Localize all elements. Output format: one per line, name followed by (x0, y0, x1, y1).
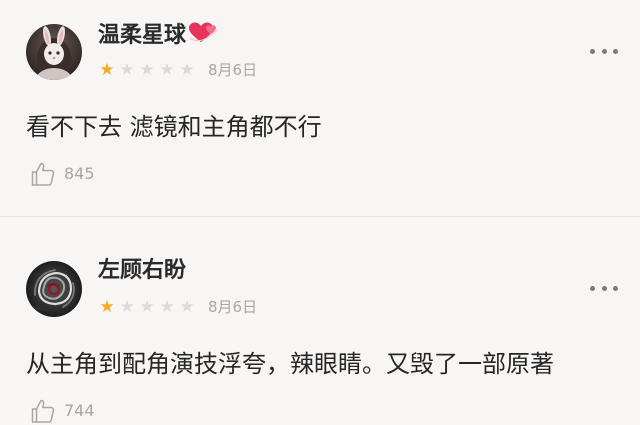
review-content: 从主角到配角演技浮夸，辣眼睛。又毁了一部原著 (26, 350, 554, 378)
username-text: 左顾右盼 (98, 258, 187, 283)
thumbs-up-icon (31, 162, 55, 186)
rating-row: ★ ★ ★ ★ ★ 8月6日 (98, 60, 257, 80)
star-empty-icon: ★ (119, 60, 135, 80)
star-filled-icon: ★ (99, 60, 115, 80)
revolving-hearts-icon (187, 20, 219, 54)
more-dots-icon[interactable] (590, 44, 618, 58)
star-empty-icon: ★ (119, 297, 135, 317)
username[interactable]: 温柔星球 (98, 20, 219, 54)
username[interactable]: 左顾右盼 (98, 257, 186, 285)
dark-rose-avatar-icon (26, 261, 82, 317)
review-card: 温柔星球 ★ ★ ★ ★ ★ 8月6日 看不下去 滤镜和主角都不行 845 (0, 0, 640, 216)
more-dots-icon[interactable] (590, 281, 618, 295)
star-empty-icon: ★ (139, 297, 155, 317)
username-text: 温柔星球 (98, 23, 187, 48)
review-date: 8月6日 (208, 298, 258, 316)
avatar[interactable] (26, 261, 82, 317)
bunny-girl-avatar-icon (26, 24, 82, 80)
star-empty-icon: ★ (139, 60, 155, 80)
thumbs-up-icon (31, 399, 55, 423)
like-count: 744 (64, 401, 95, 420)
star-empty-icon: ★ (159, 60, 175, 80)
star-empty-icon: ★ (179, 60, 195, 80)
star-rating: ★ ★ ★ ★ ★ (98, 60, 196, 80)
like-button[interactable]: 845 (30, 160, 95, 188)
star-empty-icon: ★ (179, 297, 195, 317)
review-card: 左顾右盼 ★ ★ ★ ★ ★ 8月6日 从主角到配角演技浮夸，辣眼睛。又毁了一部… (0, 217, 640, 423)
star-empty-icon: ★ (159, 297, 175, 317)
review-content: 看不下去 滤镜和主角都不行 (26, 113, 322, 141)
avatar[interactable] (26, 24, 82, 80)
star-rating: ★ ★ ★ ★ ★ (98, 297, 196, 317)
like-count: 845 (64, 164, 95, 183)
rating-row: ★ ★ ★ ★ ★ 8月6日 (98, 297, 257, 317)
review-date: 8月6日 (208, 61, 258, 79)
like-button[interactable]: 744 (30, 397, 95, 425)
star-filled-icon: ★ (99, 297, 115, 317)
